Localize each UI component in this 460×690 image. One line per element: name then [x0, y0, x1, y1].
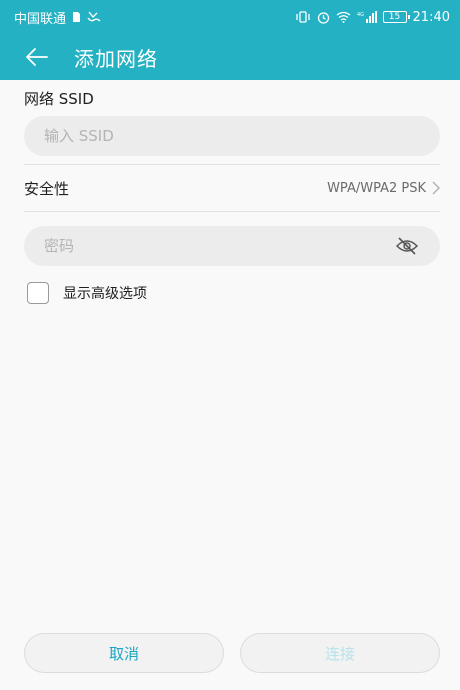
- chevron-right-icon: [432, 181, 440, 195]
- status-left: 中国联通: [14, 8, 101, 27]
- back-arrow-icon: [26, 48, 48, 66]
- cancel-button[interactable]: 取消: [24, 633, 224, 673]
- advanced-options-checkbox[interactable]: [27, 282, 49, 304]
- vibrate-icon: [295, 11, 311, 23]
- ssid-input[interactable]: [24, 116, 440, 156]
- password-input[interactable]: [24, 226, 440, 266]
- security-selector[interactable]: 安全性 WPA/WPA2 PSK: [24, 166, 440, 210]
- ssid-label: 网络 SSID: [24, 90, 94, 108]
- divider: [24, 164, 440, 165]
- security-label: 安全性: [24, 179, 70, 198]
- app-bar: 添加网络: [0, 34, 460, 80]
- status-time: 21:40: [412, 9, 450, 25]
- connect-button[interactable]: 连接: [240, 633, 440, 673]
- sim-icon: [72, 11, 81, 23]
- page-title: 添加网络: [74, 46, 158, 71]
- signal-icon: 4G: [357, 11, 377, 23]
- status-right: 4G 15 21:40: [295, 10, 450, 25]
- notification-icon: [87, 11, 101, 23]
- status-bar: 中国联通 4G 15 21:40: [0, 0, 460, 34]
- security-value: WPA/WPA2 PSK: [327, 180, 426, 196]
- wifi-icon: [336, 11, 351, 23]
- carrier-name: 中国联通: [14, 11, 67, 27]
- password-field: [24, 226, 440, 266]
- battery-level: 15: [388, 11, 401, 22]
- divider: [24, 211, 440, 212]
- security-value-wrap: WPA/WPA2 PSK: [327, 181, 440, 196]
- alarm-icon: [317, 11, 330, 24]
- network-type: 4G: [357, 12, 364, 18]
- toggle-password-visibility[interactable]: [394, 234, 420, 258]
- back-button[interactable]: [22, 42, 52, 72]
- advanced-options-row[interactable]: 显示高级选项: [27, 282, 147, 304]
- advanced-options-label: 显示高级选项: [63, 286, 147, 302]
- eye-off-icon: [395, 237, 419, 255]
- battery-icon: 15: [382, 11, 410, 23]
